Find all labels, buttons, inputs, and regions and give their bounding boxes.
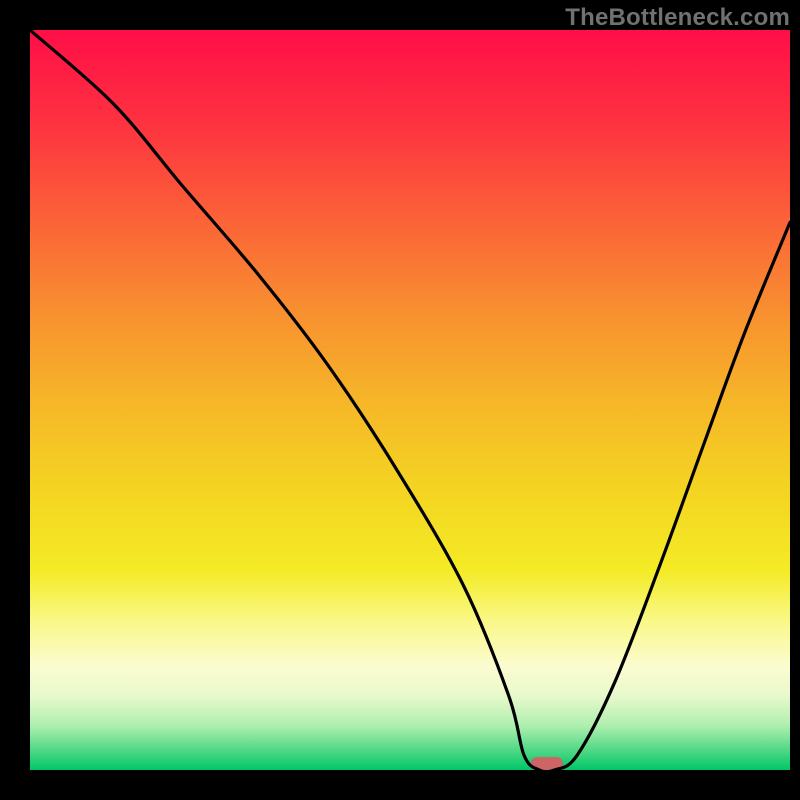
chart-svg	[0, 0, 800, 800]
watermark-text: TheBottleneck.com	[565, 4, 790, 32]
chart-frame: TheBottleneck.com	[0, 0, 800, 800]
